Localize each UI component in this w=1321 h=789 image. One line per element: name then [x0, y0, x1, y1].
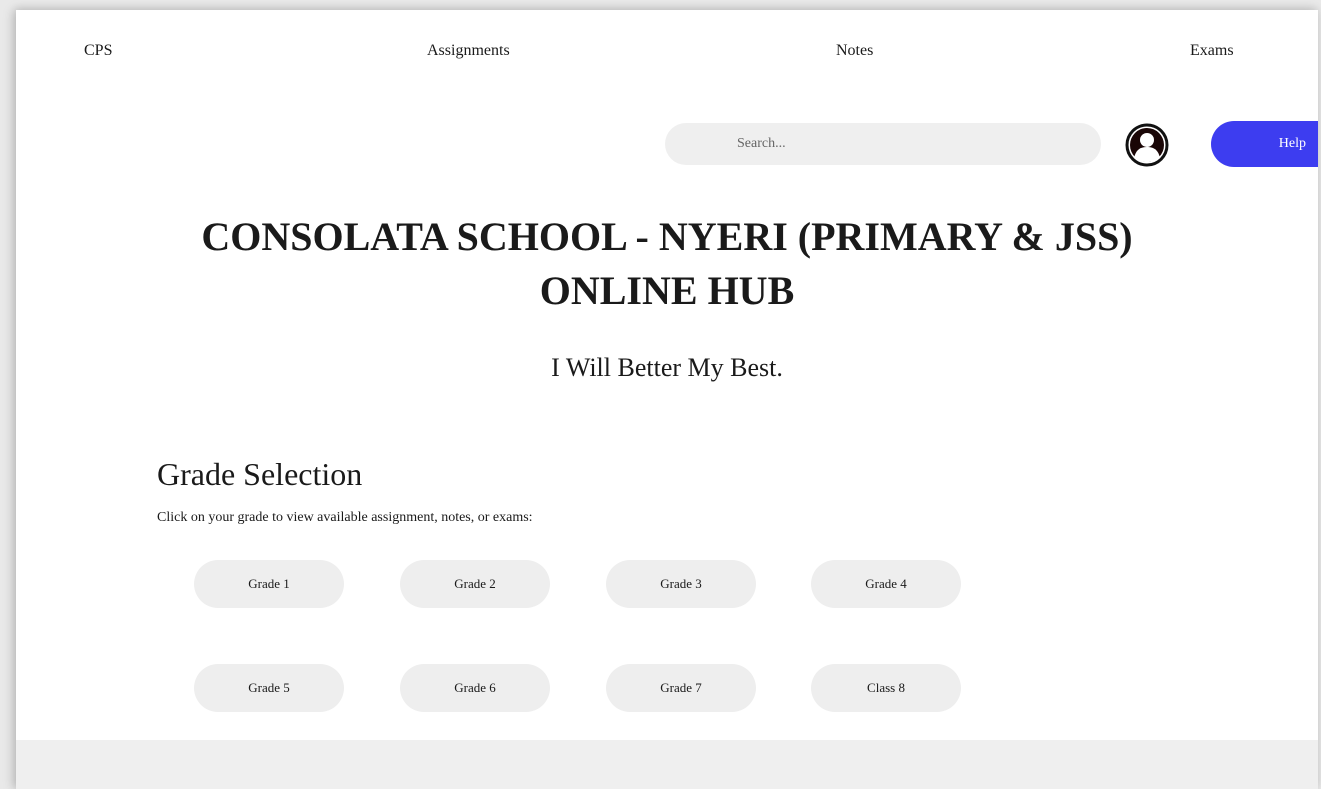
page-title-line-1: CONSOLATA SCHOOL - NYERI (PRIMARY & JSS) [201, 214, 1133, 259]
user-avatar-icon[interactable] [1125, 123, 1169, 167]
nav-link-notes[interactable]: Notes [836, 42, 873, 60]
school-motto: I Will Better My Best. [551, 353, 783, 382]
grade-5-button[interactable]: Grade 5 [194, 664, 344, 712]
nav-link-assignments[interactable]: Assignments [427, 42, 510, 60]
page-window: CPS Assignments Notes Exams Help CONSOLA… [16, 10, 1318, 789]
nav-link-cps[interactable]: CPS [84, 42, 112, 60]
grade-4-button[interactable]: Grade 4 [811, 560, 961, 608]
grade-2-button[interactable]: Grade 2 [400, 560, 550, 608]
grade-3-button[interactable]: Grade 3 [606, 560, 756, 608]
page-title-line-2: ONLINE HUB [539, 268, 795, 313]
grade-6-button[interactable]: Grade 6 [400, 664, 550, 712]
page-title: CONSOLATA SCHOOL - NYERI (PRIMARY & JSS)… [16, 210, 1318, 318]
class-8-button[interactable]: Class 8 [811, 664, 961, 712]
top-nav: CPS Assignments Notes Exams [16, 42, 1318, 64]
help-button[interactable]: Help [1211, 121, 1318, 167]
grade-7-button[interactable]: Grade 7 [606, 664, 756, 712]
grade-selection-description: Click on your grade to view available as… [157, 510, 533, 525]
grade-selection-heading: Grade Selection [157, 456, 363, 492]
page-footer [16, 740, 1318, 789]
nav-link-exams[interactable]: Exams [1190, 42, 1234, 60]
grade-1-button[interactable]: Grade 1 [194, 560, 344, 608]
search-input[interactable] [665, 123, 1101, 165]
